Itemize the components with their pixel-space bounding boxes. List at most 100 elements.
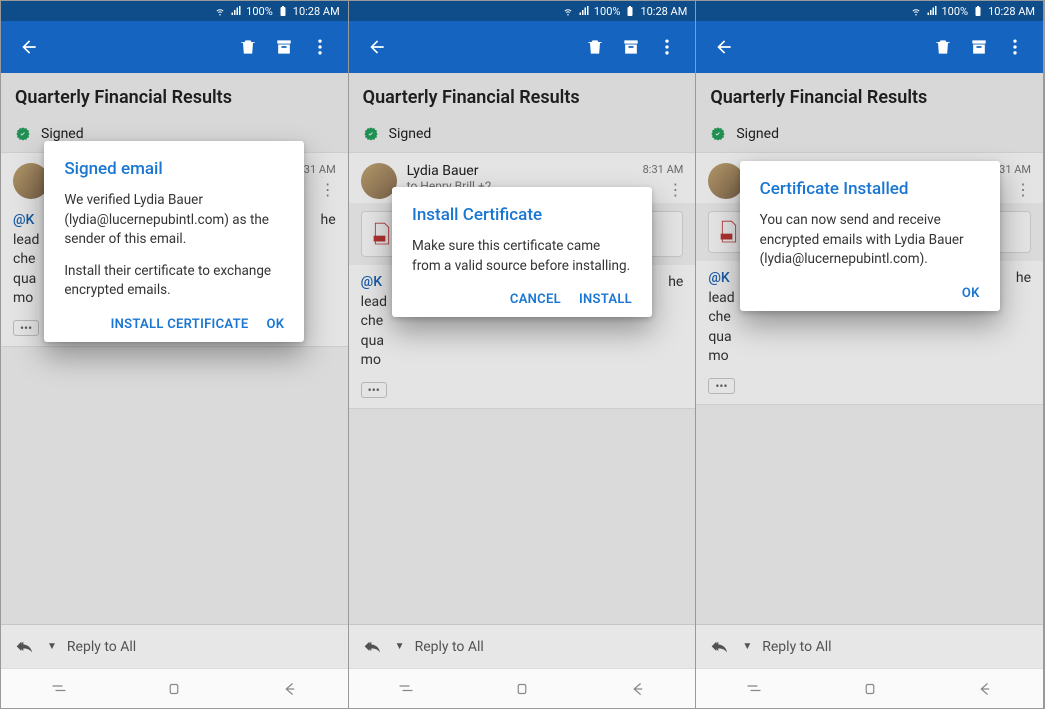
reply-bar[interactable]: ▼ Reply to All [349, 624, 696, 668]
cancel-button[interactable]: CANCEL [510, 292, 561, 307]
ok-button[interactable]: OK [962, 286, 980, 301]
delete-button[interactable] [577, 29, 613, 65]
status-bar: 100% 10:28 AM [349, 1, 696, 21]
home-icon[interactable] [165, 680, 183, 698]
android-nav [349, 668, 696, 708]
expand-row[interactable]: ••• [349, 375, 696, 409]
dialog-title: Install Certificate [412, 205, 632, 225]
dialog-install-certificate: Install Certificate Make sure this certi… [392, 187, 652, 317]
back-icon[interactable] [629, 680, 647, 698]
mention: @K [13, 212, 34, 228]
back-button[interactable] [359, 29, 395, 65]
signal-icon [230, 5, 242, 17]
dialog-title: Signed email [64, 159, 284, 179]
recents-icon[interactable] [397, 680, 415, 698]
ok-button[interactable]: OK [267, 317, 285, 332]
reply-all-icon [15, 639, 37, 655]
home-icon[interactable] [513, 680, 531, 698]
delete-button[interactable] [230, 29, 266, 65]
wifi-icon [214, 5, 226, 17]
reply-bar[interactable]: ▼ Reply to All [696, 624, 1043, 668]
trash-icon [933, 37, 953, 57]
verified-icon [710, 126, 726, 142]
signal-icon [926, 5, 938, 17]
signed-row[interactable]: Signed [696, 118, 1043, 152]
signed-row[interactable]: Signed [349, 118, 696, 152]
back-button[interactable] [11, 29, 47, 65]
dropdown-caret-icon: ▼ [47, 641, 57, 652]
reply-all-icon [710, 639, 732, 655]
back-arrow-icon [714, 37, 734, 57]
app-bar [349, 21, 696, 73]
dialog-body-1: We verified Lydia Bauer (lydia@lucernepu… [64, 191, 284, 250]
overflow-button[interactable] [649, 29, 685, 65]
email-subject: Quarterly Financial Results [1, 73, 348, 118]
dialog-title: Certificate Installed [760, 179, 980, 199]
verified-icon [363, 126, 379, 142]
more-vert-icon [1005, 37, 1025, 57]
more-vert-icon [310, 37, 330, 57]
archive-icon [274, 37, 294, 57]
signal-icon [578, 5, 590, 17]
mention: @K [708, 270, 729, 286]
overflow-button[interactable] [997, 29, 1033, 65]
battery-text: 100% [942, 5, 969, 18]
battery-text: 100% [246, 5, 273, 18]
dialog-body: You can now send and receive encrypted e… [760, 211, 980, 270]
app-bar [1, 21, 348, 73]
android-nav [696, 668, 1043, 708]
app-bar [696, 21, 1043, 73]
expand-row[interactable]: ••• [696, 371, 1043, 405]
delete-button[interactable] [925, 29, 961, 65]
dialog-certificate-installed: Certificate Installed You can now send a… [740, 161, 1000, 311]
install-button[interactable]: INSTALL [579, 292, 632, 307]
email-content: Quarterly Financial Results Signed Lydia… [696, 73, 1043, 624]
archive-button[interactable] [266, 29, 302, 65]
back-button[interactable] [706, 29, 742, 65]
home-icon[interactable] [861, 680, 879, 698]
reply-all-icon [363, 639, 385, 655]
trash-icon [585, 37, 605, 57]
dropdown-caret-icon: ▼ [742, 641, 752, 652]
email-subject: Quarterly Financial Results [349, 73, 696, 118]
email-subject: Quarterly Financial Results [696, 73, 1043, 118]
archive-icon [621, 37, 641, 57]
more-vert-icon [657, 37, 677, 57]
trash-icon [238, 37, 258, 57]
mention: @K [361, 274, 382, 290]
back-icon[interactable] [976, 680, 994, 698]
reply-bar[interactable]: ▼ Reply to All [1, 624, 348, 668]
archive-button[interactable] [961, 29, 997, 65]
screen-certificate-installed-dialog: 100% 10:28 AM Quarterly Financial Result… [696, 1, 1044, 708]
signed-label: Signed [736, 126, 779, 142]
recents-icon[interactable] [745, 680, 763, 698]
install-certificate-button[interactable]: INSTALL CERTIFICATE [111, 317, 249, 332]
wifi-icon [910, 5, 922, 17]
wifi-icon [562, 5, 574, 17]
battery-icon [972, 5, 984, 17]
dropdown-caret-icon: ▼ [395, 641, 405, 652]
dialog-body-2: Install their certificate to exchange en… [64, 262, 284, 301]
archive-button[interactable] [613, 29, 649, 65]
battery-text: 100% [594, 5, 621, 18]
dialog-signed-email: Signed email We verified Lydia Bauer (ly… [44, 141, 304, 342]
sender-name: Lydia Bauer [407, 163, 633, 179]
screen-install-certificate-dialog: 100% 10:28 AM Quarterly Financial Result… [349, 1, 697, 708]
signed-label: Signed [41, 126, 84, 142]
reply-label: Reply to All [762, 639, 831, 655]
recents-icon[interactable] [50, 680, 68, 698]
android-nav [1, 668, 348, 708]
back-icon[interactable] [281, 680, 299, 698]
message-time: 8:31 AM [643, 163, 684, 176]
verified-icon [15, 126, 31, 142]
screen-signed-email-dialog: 100% 10:28 AM Quarterly Financial Result… [1, 1, 349, 708]
status-bar: 100% 10:28 AM [696, 1, 1043, 21]
signed-label: Signed [389, 126, 432, 142]
reply-label: Reply to All [67, 639, 136, 655]
dialog-body: Make sure this certificate came from a v… [412, 237, 632, 276]
pdf-icon [372, 222, 392, 246]
clock-text: 10:28 AM [293, 5, 340, 18]
clock-text: 10:28 AM [640, 5, 687, 18]
overflow-button[interactable] [302, 29, 338, 65]
back-arrow-icon [367, 37, 387, 57]
